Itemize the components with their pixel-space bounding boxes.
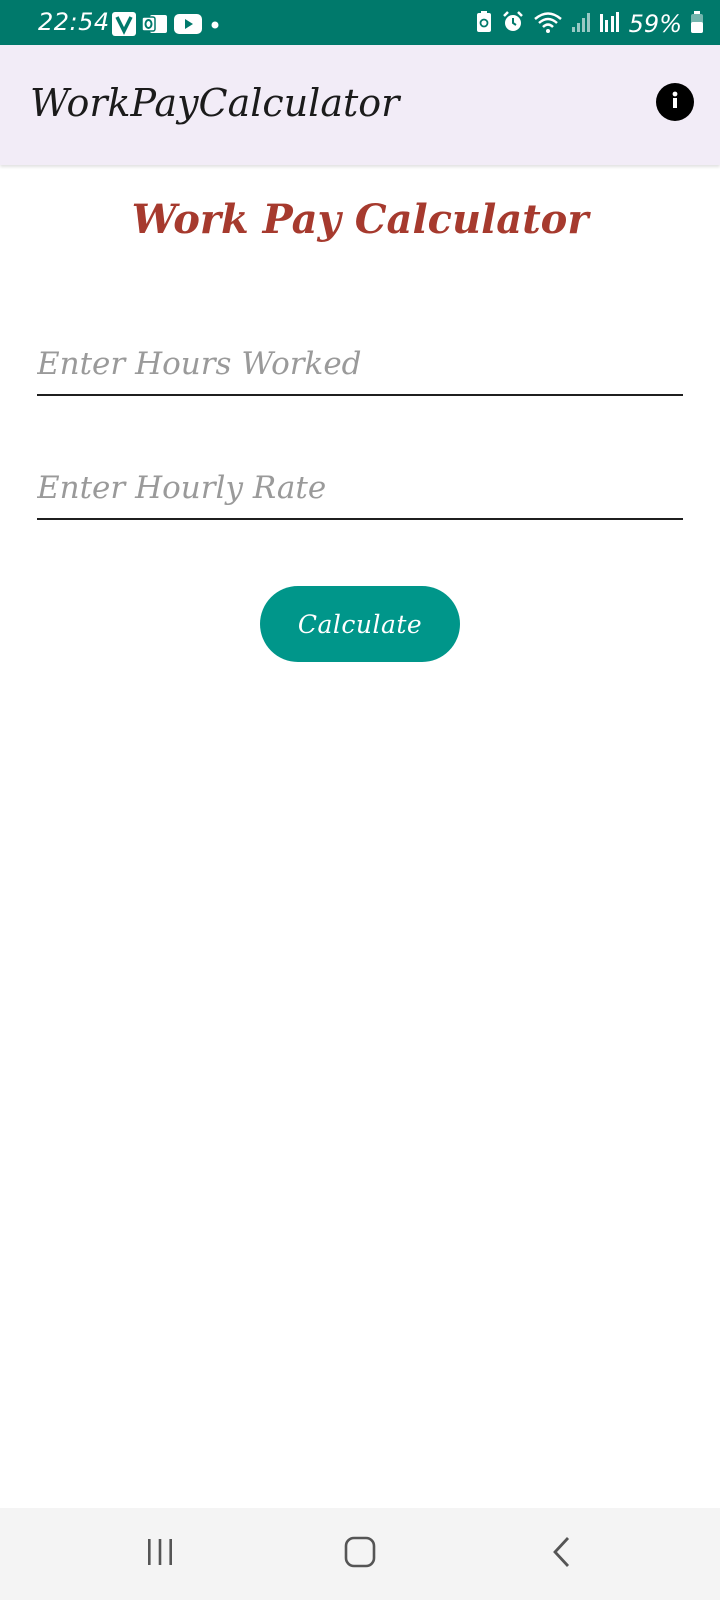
app-screen: 22:54 59% WorkPayCalculator Work Pay Cal…: [0, 0, 720, 1600]
signal-icon-1: [571, 10, 591, 38]
recents-icon: [145, 1537, 175, 1571]
recents-button[interactable]: [130, 1530, 190, 1578]
battery-percent: 59%: [628, 10, 682, 38]
notification-icons: [112, 12, 222, 40]
app-title: WorkPayCalculator: [30, 81, 400, 125]
battery-saver-icon: [475, 10, 493, 38]
home-icon: [344, 1536, 376, 1572]
nav-bar: [0, 1508, 720, 1600]
app-v-icon: [112, 12, 136, 40]
hours-input[interactable]: [37, 334, 683, 394]
youtube-icon: [174, 13, 202, 39]
battery-icon: [690, 10, 704, 38]
outlook-icon: [141, 12, 168, 40]
rate-input[interactable]: [37, 458, 683, 518]
hours-field: [37, 334, 683, 396]
home-button[interactable]: [330, 1530, 390, 1578]
app-bar: WorkPayCalculator: [0, 45, 720, 165]
alarm-icon: [501, 10, 525, 38]
dot-icon: [208, 13, 222, 39]
back-button[interactable]: [532, 1530, 592, 1578]
system-icons: 59%: [475, 10, 704, 38]
signal-icon-2: [599, 10, 621, 38]
status-bar: 22:54 59%: [0, 0, 720, 45]
info-button[interactable]: [656, 83, 694, 121]
status-time: 22:54: [38, 8, 110, 36]
info-icon: [664, 89, 686, 115]
page-heading: Work Pay Calculator: [131, 196, 589, 243]
calculate-button[interactable]: Calculate: [260, 586, 460, 662]
wifi-icon: [533, 10, 563, 38]
rate-field: [37, 458, 683, 520]
back-icon: [550, 1536, 574, 1572]
